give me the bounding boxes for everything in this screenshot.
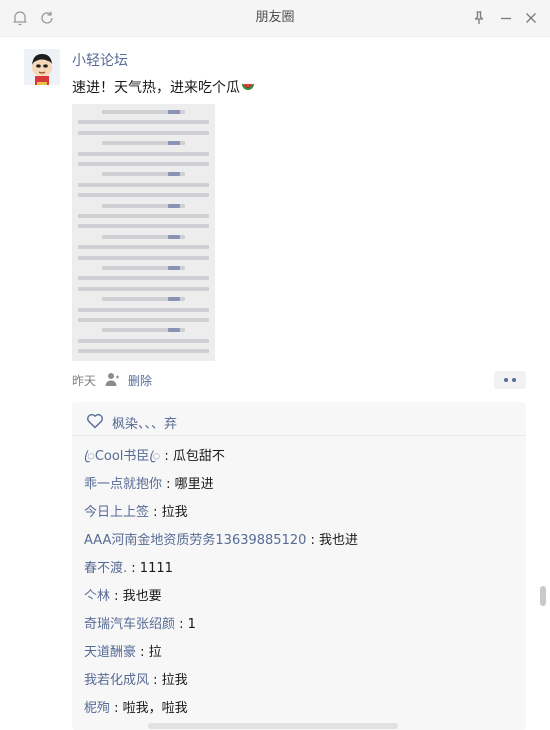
likes-names[interactable]: 枫染、、、弃	[112, 413, 177, 432]
comment-row[interactable]: 乖一点就抱你 : 哪里进	[84, 473, 214, 492]
minimize-icon[interactable]	[496, 8, 516, 28]
heart-icon	[87, 413, 103, 429]
comment-row[interactable]: 柅殉 : 啦我，啦我	[84, 697, 188, 716]
image-text-line	[78, 120, 209, 125]
comment-text: 拉我	[161, 505, 188, 520]
avatar[interactable]	[24, 49, 60, 85]
comment-text: 拉我	[161, 673, 188, 688]
comment-row[interactable]: 天道酬豪 : 拉	[84, 641, 162, 660]
title-bar: 朋友圈	[0, 0, 550, 37]
image-text-line	[78, 224, 209, 229]
interaction-panel: 枫染、、、弃 ꦿCool书臣ꦿ : 瓜包甜不 乖一点就抱你 : 哪里进 今日上上…	[72, 402, 526, 730]
comment-colon: :	[110, 701, 123, 716]
comment-row[interactable]: ꦿCool书臣ꦿ : 瓜包甜不	[84, 445, 225, 472]
comment-colon: :	[149, 673, 162, 688]
horizontal-scrollbar[interactable]	[148, 723, 398, 729]
image-highlight	[168, 141, 180, 146]
more-button[interactable]	[494, 371, 526, 389]
image-text-line	[78, 193, 209, 198]
image-highlight	[168, 328, 180, 333]
image-text-line	[78, 151, 209, 156]
image-text-line	[78, 276, 209, 281]
post-time: 昨天	[72, 374, 97, 388]
image-text-line	[78, 182, 209, 187]
image-highlight	[168, 297, 180, 302]
image-highlight	[168, 110, 180, 114]
comment-colon: :	[160, 449, 173, 464]
comment-colon: :	[136, 645, 149, 660]
image-highlight	[168, 203, 180, 208]
comment-row[interactable]: AAA河南金地资质劳务13639885120 : 我也进	[84, 529, 358, 548]
comment-colon: :	[127, 561, 140, 576]
close-icon[interactable]	[521, 8, 541, 28]
comment-text: 我也进	[319, 533, 359, 548]
comment-text: 1	[187, 617, 196, 632]
post-image[interactable]	[72, 104, 215, 361]
image-highlight	[168, 266, 180, 270]
image-text-line	[78, 307, 209, 312]
comment-author[interactable]: 春不渡.	[84, 561, 127, 576]
more-icon	[504, 378, 508, 382]
comment-colon: :	[110, 589, 123, 604]
image-highlight	[168, 172, 180, 177]
comment-author[interactable]: 天道酬豪	[84, 645, 136, 660]
image-text-line	[78, 162, 209, 166]
post-text: 速进！天气热，进来吃个瓜	[72, 80, 240, 96]
comment-colon: :	[175, 617, 188, 632]
comment-row[interactable]: 今日上上签 : 拉我	[84, 501, 188, 520]
comment-text: 1111	[139, 561, 173, 576]
watermelon-icon	[242, 84, 254, 90]
image-text-line	[78, 214, 209, 218]
comment-text: 啦我，啦我	[122, 701, 188, 716]
image-highlight	[168, 234, 180, 239]
post-author[interactable]: 小轻论坛	[72, 50, 128, 70]
pin-icon[interactable]	[469, 8, 489, 28]
vertical-scrollbar[interactable]	[540, 586, 546, 606]
comment-colon: :	[162, 477, 175, 492]
comment-author[interactable]: 我若化成风	[84, 673, 149, 688]
more-icon-dot	[512, 378, 516, 382]
comment-text: 拉	[148, 645, 162, 660]
comment-author[interactable]: 亽林	[84, 589, 110, 604]
image-text-line	[78, 245, 209, 250]
comment-row[interactable]: 我若化成风 : 拉我	[84, 669, 188, 688]
comment-colon: :	[149, 505, 162, 520]
image-text-line	[78, 255, 209, 260]
comment-author[interactable]: 柅殉	[84, 701, 110, 716]
post-text-row: 速进！天气热，进来吃个瓜	[72, 77, 255, 97]
comment-row[interactable]: 奇瑞汽车张绍颜 : 1	[84, 613, 196, 632]
comment-text: 瓜包甜不	[172, 449, 225, 464]
comment-author[interactable]: 今日上上签	[84, 505, 149, 520]
delete-button[interactable]: 删除	[128, 372, 152, 389]
comment-author[interactable]: 乖一点就抱你	[84, 477, 162, 492]
comment-author[interactable]: ꦿCool书臣ꦿ	[84, 449, 160, 464]
comment-text: 我也要	[122, 589, 162, 604]
image-text-line	[78, 318, 209, 322]
image-text-line	[78, 130, 209, 135]
comment-author[interactable]: AAA河南金地资质劳务13639885120	[84, 533, 306, 548]
likes-divider	[72, 435, 526, 436]
comment-colon: :	[306, 533, 320, 548]
comment-row[interactable]: 亽林 : 我也要	[84, 585, 162, 604]
comment-row[interactable]: 春不渡. : 1111	[84, 557, 173, 576]
image-text-line	[78, 338, 209, 343]
comment-author[interactable]: 奇瑞汽车张绍颜	[84, 617, 175, 632]
window-title: 朋友圈	[255, 10, 295, 25]
image-text-line	[78, 286, 209, 291]
image-text-line	[78, 349, 209, 354]
person-icon	[105, 373, 119, 386]
comment-text: 哪里进	[174, 477, 214, 492]
